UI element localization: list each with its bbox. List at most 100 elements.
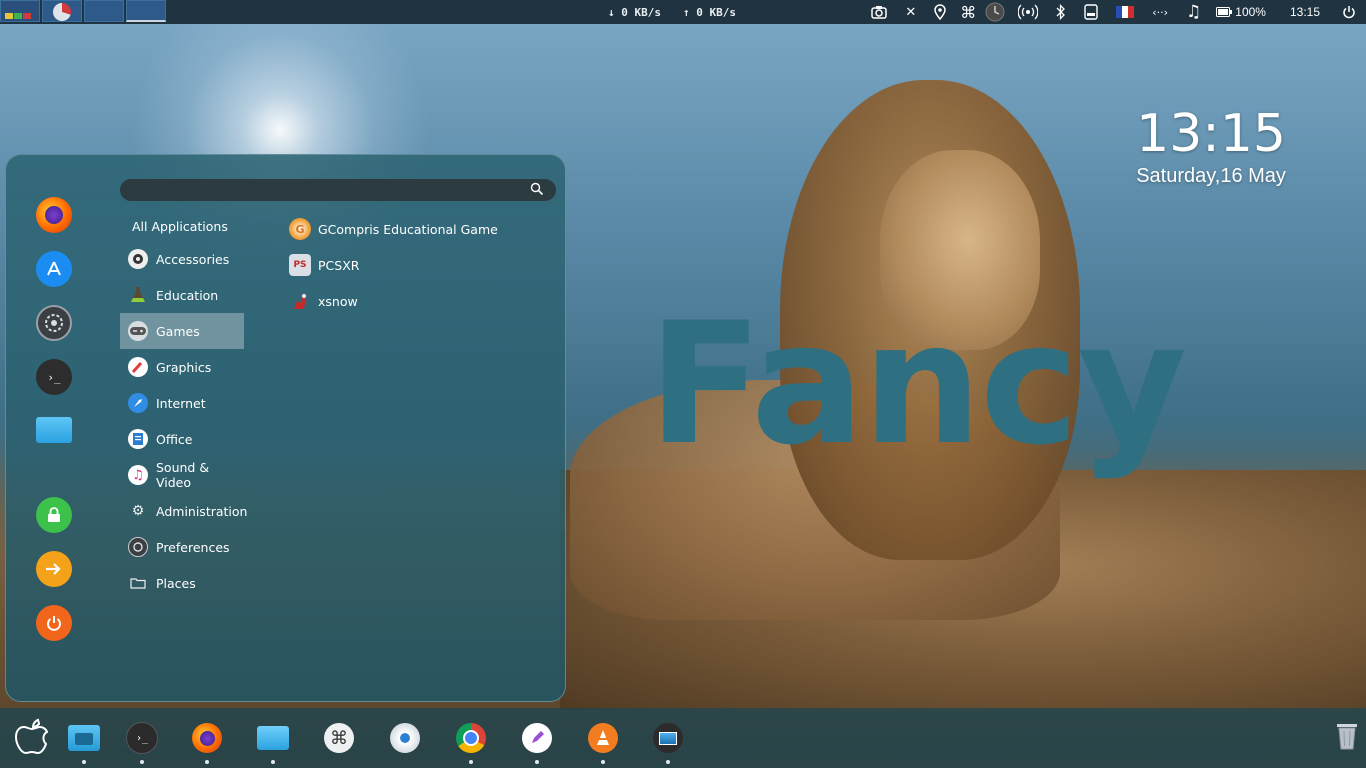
command-icon[interactable]: ⌘ bbox=[323, 722, 355, 754]
disk-icon[interactable] bbox=[389, 722, 421, 754]
wireless-icon[interactable] bbox=[1009, 0, 1047, 24]
screenshot-icon[interactable] bbox=[652, 722, 684, 754]
clock-icon[interactable] bbox=[981, 0, 1009, 24]
apple-icon[interactable] bbox=[10, 716, 54, 760]
battery-percent: 100% bbox=[1235, 5, 1266, 19]
music-icon: ♫ bbox=[128, 465, 148, 485]
top-panel: ↓ 0 KB/s ↑ 0 KB/s ✕ ⌘ ‹··› ♫ 100% 13:15 bbox=[0, 0, 1366, 24]
app-xsnow[interactable]: xsnow bbox=[289, 283, 498, 319]
workspace-3[interactable] bbox=[84, 0, 124, 22]
app-gcompris[interactable]: G GCompris Educational Game bbox=[289, 211, 498, 247]
files-icon[interactable] bbox=[68, 722, 100, 754]
battery-indicator[interactable]: 100% bbox=[1210, 0, 1272, 24]
app-store-icon[interactable] bbox=[36, 251, 72, 287]
category-label: Places bbox=[156, 575, 196, 591]
desktop-clock-widget: 13:15 Saturday,16 May bbox=[1136, 104, 1286, 188]
vlc-icon[interactable] bbox=[587, 722, 619, 754]
music-icon[interactable]: ♫ bbox=[1177, 0, 1210, 24]
desktop-clock-date: Saturday,16 May bbox=[1136, 165, 1286, 187]
category-education[interactable]: Education bbox=[120, 277, 244, 313]
camera-icon[interactable] bbox=[862, 0, 896, 24]
running-indicator bbox=[469, 760, 473, 764]
application-menu: ›_ All Applications Accessories Educatio… bbox=[5, 154, 566, 702]
command-icon[interactable]: ⌘ bbox=[955, 0, 981, 24]
gcompris-icon: G bbox=[289, 218, 311, 240]
lock-icon[interactable] bbox=[36, 497, 72, 533]
trash-icon[interactable] bbox=[1331, 720, 1363, 752]
text-editor-icon[interactable] bbox=[521, 722, 553, 754]
battery-icon bbox=[1216, 7, 1233, 17]
running-indicator bbox=[601, 760, 605, 764]
keyboard-layout-flag-icon[interactable] bbox=[1107, 0, 1143, 24]
category-places[interactable]: Places bbox=[120, 565, 244, 601]
folder-icon[interactable] bbox=[257, 722, 289, 754]
brush-icon bbox=[128, 357, 148, 377]
category-games[interactable]: Games bbox=[120, 313, 244, 349]
system-tray: ✕ ⌘ ‹··› ♫ 100% 13:15 bbox=[862, 0, 1366, 24]
dock: ›_ ⌘ bbox=[0, 708, 1366, 768]
running-indicator bbox=[205, 760, 209, 764]
panel-clock[interactable]: 13:15 bbox=[1272, 0, 1338, 24]
category-graphics[interactable]: Graphics bbox=[120, 349, 244, 385]
logout-icon[interactable] bbox=[36, 551, 72, 587]
category-label: Accessories bbox=[156, 251, 230, 267]
category-label: Office bbox=[156, 431, 193, 447]
power-icon[interactable] bbox=[1338, 0, 1366, 24]
terminal-icon[interactable]: ›_ bbox=[36, 359, 72, 395]
category-label: Sound & Video bbox=[156, 460, 210, 490]
window-thumbnail-icon bbox=[53, 3, 71, 21]
compass-icon bbox=[128, 393, 148, 413]
brand-watermark: Fancy bbox=[648, 286, 1187, 482]
close-icon[interactable]: ✕ bbox=[896, 0, 925, 24]
workspace-switcher bbox=[0, 0, 168, 24]
category-preferences[interactable]: Preferences bbox=[120, 529, 244, 565]
menu-search-input[interactable] bbox=[120, 179, 544, 201]
running-indicator bbox=[140, 760, 144, 764]
net-upload: ↑ 0 KB/s bbox=[682, 5, 736, 19]
category-office[interactable]: Office bbox=[120, 421, 244, 457]
folder-icon[interactable] bbox=[36, 417, 72, 443]
application-list: G GCompris Educational Game PS PCSXR xsn… bbox=[289, 211, 498, 319]
category-list: Accessories Education Games Graphics Int… bbox=[120, 241, 248, 601]
category-label: Internet bbox=[156, 395, 206, 411]
workspace-2[interactable] bbox=[42, 0, 82, 22]
gear-icon bbox=[128, 249, 148, 269]
desktop-clock-time: 13:15 bbox=[1136, 104, 1286, 164]
gamepad-icon bbox=[128, 321, 148, 341]
network-speed: ↓ 0 KB/s ↑ 0 KB/s bbox=[608, 0, 736, 24]
category-label: Preferences bbox=[156, 539, 230, 555]
menu-search-box bbox=[120, 179, 556, 201]
category-accessories[interactable]: Accessories bbox=[120, 241, 244, 277]
net-download: ↓ 0 KB/s bbox=[608, 5, 661, 19]
storage-icon[interactable] bbox=[1075, 0, 1107, 24]
running-indicator bbox=[535, 760, 539, 764]
chrome-icon[interactable] bbox=[455, 722, 487, 754]
category-label: Administration bbox=[156, 503, 248, 519]
app-pcsxr[interactable]: PS PCSXR bbox=[289, 247, 498, 283]
workspace-4[interactable] bbox=[126, 0, 166, 22]
network-icon[interactable]: ‹··› bbox=[1143, 0, 1177, 24]
app-label: xsnow bbox=[318, 293, 358, 309]
category-sound-video[interactable]: ♫ Sound & Video bbox=[120, 457, 244, 493]
xsnow-icon bbox=[289, 290, 311, 312]
running-indicator bbox=[271, 760, 275, 764]
system-settings-icon[interactable] bbox=[36, 305, 72, 341]
all-applications-category[interactable]: All Applications bbox=[132, 219, 228, 234]
category-label: Games bbox=[156, 323, 200, 339]
search-icon[interactable] bbox=[530, 182, 544, 196]
pcsxr-icon: PS bbox=[289, 254, 311, 276]
firefox-icon[interactable] bbox=[191, 722, 223, 754]
running-indicator bbox=[82, 760, 86, 764]
location-icon[interactable] bbox=[925, 0, 955, 24]
terminal-icon[interactable]: ›_ bbox=[126, 722, 158, 754]
shutdown-icon[interactable] bbox=[36, 605, 72, 641]
running-indicator bbox=[666, 760, 670, 764]
category-administration[interactable]: ⚙ Administration bbox=[120, 493, 248, 529]
document-icon bbox=[128, 429, 148, 449]
workspace-1[interactable] bbox=[0, 0, 40, 22]
flask-icon bbox=[128, 285, 148, 305]
category-label: Graphics bbox=[156, 359, 212, 375]
category-internet[interactable]: Internet bbox=[120, 385, 244, 421]
firefox-icon[interactable] bbox=[36, 197, 72, 233]
bluetooth-icon[interactable] bbox=[1047, 0, 1075, 24]
